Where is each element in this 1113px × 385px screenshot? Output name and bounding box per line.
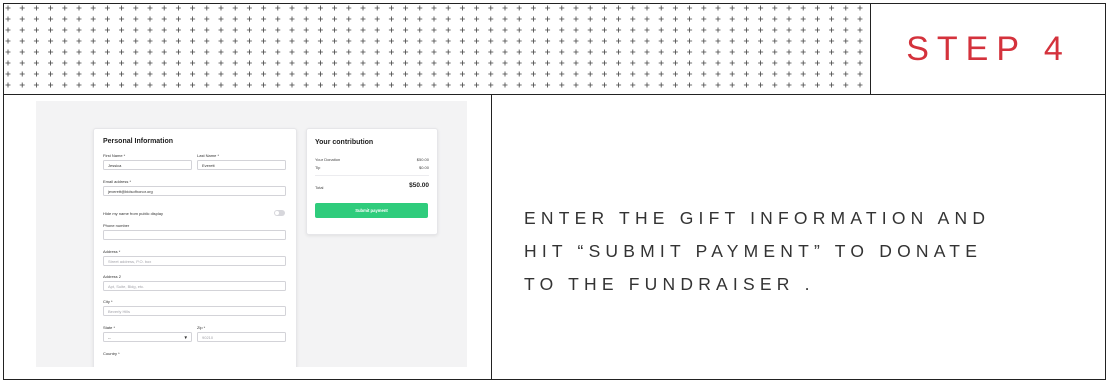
last-name-label: Last Name * <box>197 153 220 158</box>
first-name-input[interactable]: Jessica <box>103 160 192 170</box>
personal-information-card: Personal Information First Name * Jessic… <box>93 128 297 367</box>
state-label: State * <box>103 325 116 330</box>
toggle-knob <box>275 211 279 215</box>
contribution-divider <box>315 175 429 176</box>
state-select[interactable]: -- ▼ <box>103 332 192 342</box>
address-placeholder: Street address, P.O. box <box>108 259 152 265</box>
address2-input[interactable]: Apt, Suite, Bldg, etc. <box>103 281 286 291</box>
zip-placeholder: 90210 <box>202 335 214 341</box>
address2-placeholder: Apt, Suite, Bldg, etc. <box>108 284 145 290</box>
last-name-value: Everett <box>202 163 215 169</box>
phone-label: Phone number <box>103 223 130 228</box>
first-name-value: Jessica <box>108 163 122 169</box>
city-label: City * <box>103 299 113 304</box>
instruction-line-2: HIT “SUBMIT PAYMENT” TO DONATE <box>524 241 983 261</box>
personal-information-title: Personal Information <box>103 138 174 145</box>
divider-vertical-middle <box>491 94 492 380</box>
email-input[interactable]: jeverett@bidsofhonor.org <box>103 186 286 196</box>
instruction-line-1: ENTER THE GIFT INFORMATION AND <box>524 208 991 228</box>
contribution-title: Your contribution <box>315 139 374 146</box>
city-input[interactable]: Beverly Hills <box>103 306 286 316</box>
address-label: Address * <box>103 249 121 254</box>
zip-label: Zip * <box>197 325 206 330</box>
tip-value: $0.00 <box>418 165 429 170</box>
hide-name-toggle[interactable] <box>274 210 285 216</box>
submit-payment-button[interactable]: Submit payment <box>315 203 428 218</box>
chevron-down-icon: ▼ <box>183 334 188 340</box>
donation-label: Your Donation <box>315 157 341 162</box>
divider-horizontal <box>4 94 1105 95</box>
address2-label: Address 2 <box>103 274 122 279</box>
total-value: $50.00 <box>409 182 429 189</box>
state-value: -- <box>108 335 111 341</box>
phone-input[interactable] <box>103 230 286 240</box>
slide-frame: STEP 4 ENTER THE GIFT INFORMATION AND HI… <box>3 3 1106 380</box>
instruction-line-3: TO THE FUNDRAISER . <box>524 274 815 294</box>
tip-label: Tip <box>315 165 321 170</box>
city-placeholder: Beverly Hills <box>108 309 131 315</box>
last-name-input[interactable]: Everett <box>197 160 286 170</box>
donation-form-screenshot: Personal Information First Name * Jessic… <box>36 101 467 367</box>
donation-value: $50.00 <box>416 157 429 162</box>
plus-pattern-decoration <box>5 5 863 88</box>
total-label: Total <box>315 185 324 190</box>
first-name-label: First Name * <box>103 153 126 158</box>
zip-input[interactable]: 90210 <box>197 332 286 342</box>
email-label: Email address * <box>103 179 132 184</box>
hide-name-label: Hide my name from public display <box>103 211 164 216</box>
instruction-text: ENTER THE GIFT INFORMATION AND HIT “SUBM… <box>524 202 1094 301</box>
email-value: jeverett@bidsofhonor.org <box>108 189 153 195</box>
contribution-card: Your contribution Your Donation $50.00 T… <box>306 128 438 235</box>
step-heading: STEP 4 <box>906 29 1071 68</box>
address-input[interactable]: Street address, P.O. box <box>103 256 286 266</box>
country-label: Country * <box>103 351 120 356</box>
